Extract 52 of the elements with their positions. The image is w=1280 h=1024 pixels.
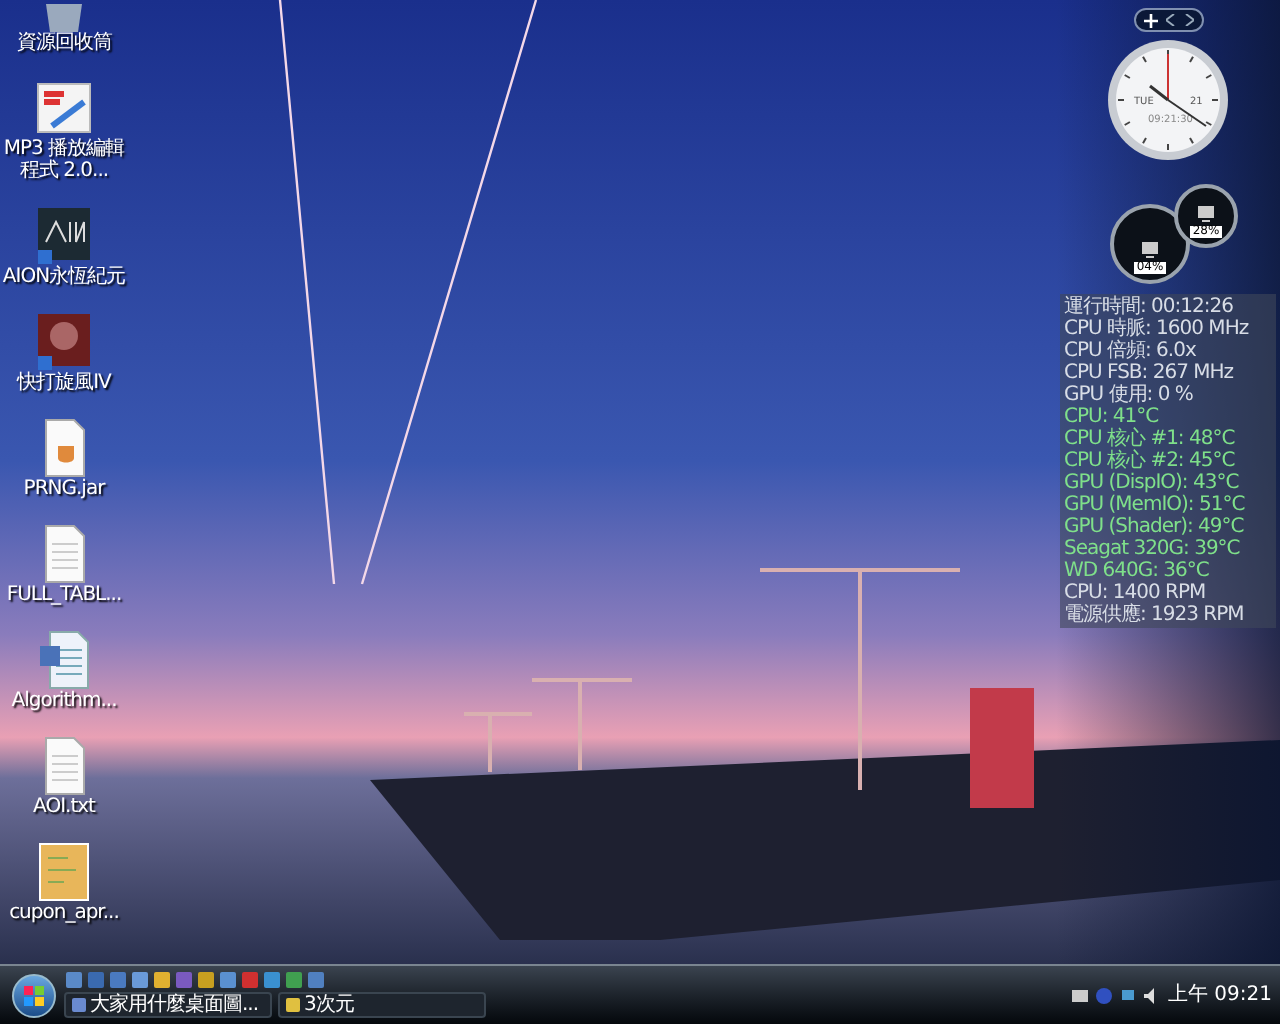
monitor-reading: GPU 使用: 0 % — [1064, 384, 1195, 406]
icon-label: FULL_TABL... — [6, 584, 122, 606]
desktop-icon[interactable]: PRNG.jar — [0, 418, 128, 500]
monitor-reading: CPU 核心 #1: 48°C — [1064, 428, 1237, 450]
add-icon[interactable] — [1143, 13, 1157, 27]
monitor-reading: 電源供應: 1923 RPM — [1064, 604, 1246, 626]
start-button[interactable] — [12, 973, 56, 1017]
computer-icon — [1140, 240, 1160, 260]
app-logo-icon — [36, 206, 92, 266]
next-icon[interactable] — [1183, 14, 1193, 26]
monitor-reading: WD 640G: 36°C — [1064, 560, 1211, 582]
window-icon — [286, 998, 300, 1012]
volume-icon[interactable] — [1144, 987, 1160, 1003]
taskbar-button[interactable]: 大家用什麼桌面圖... — [64, 992, 272, 1018]
monitor-reading: GPU (Shader): 49°C — [1064, 516, 1246, 538]
monitor-reading: GPU (DispIO): 43°C — [1064, 472, 1241, 494]
windows-logo-icon — [24, 985, 44, 1005]
desktop-icon[interactable]: FULL_TABL... — [0, 524, 128, 606]
previous-icon[interactable] — [1165, 14, 1175, 26]
icon-label: AOI.txt — [33, 796, 95, 818]
task-label: 大家用什麼桌面圖... — [90, 995, 259, 1015]
taskbar-button[interactable]: 3次元 — [278, 992, 486, 1018]
icon-label: 資源回收筒 — [16, 32, 112, 54]
recycle-bin-icon — [40, 4, 88, 32]
monitor-reading: CPU 時脈: 1600 MHz — [1064, 318, 1251, 340]
monitor-reading: CPU: 1400 RPM — [1064, 582, 1208, 604]
desktop-icon[interactable]: 快打旋風IV — [0, 312, 128, 394]
desktop-icon[interactable]: 資源回收筒 — [0, 4, 128, 54]
icon-label: PRNG.jar — [23, 478, 105, 500]
task-label: 3次元 — [304, 995, 354, 1015]
monitor-reading: CPU 倍頻: 6.0x — [1064, 340, 1198, 362]
desktop-icon[interactable]: AION永恆紀元 — [0, 206, 128, 288]
monitor-reading: Seagat 320G: 39°C — [1064, 538, 1242, 560]
monitor-reading: 運行時間: 00:12:26 — [1064, 296, 1235, 318]
desktop-icon[interactable]: AOI.txt — [0, 736, 128, 818]
icon-label: Algorithm... — [11, 690, 117, 712]
monitor-reading: CPU 核心 #2: 45°C — [1064, 450, 1237, 472]
game-cover-icon — [36, 312, 92, 372]
desktop-icon[interactable]: cupon_apr... — [0, 842, 128, 924]
icon-label: AION永恆紀元 — [2, 266, 126, 288]
icon-label: 快打旋風IV — [17, 372, 111, 394]
monitor-reading: GPU (MemIO): 51°C — [1064, 494, 1247, 516]
desktop-icon[interactable]: MP3 播放編輯程式 2.0... — [0, 78, 128, 182]
window-icon — [72, 998, 86, 1012]
tray-clock[interactable]: 上午 09:21 — [1168, 980, 1272, 1010]
monitor-reading: CPU: 41°C — [1064, 406, 1161, 428]
computer-icon — [1196, 204, 1216, 224]
icon-label: MP3 播放編輯程式 2.0... — [1, 138, 127, 182]
document-icon — [36, 630, 92, 690]
icon-label: cupon_apr... — [9, 902, 119, 924]
image-file-icon — [36, 842, 92, 902]
monitor-reading: CPU FSB: 267 MHz — [1064, 362, 1236, 384]
